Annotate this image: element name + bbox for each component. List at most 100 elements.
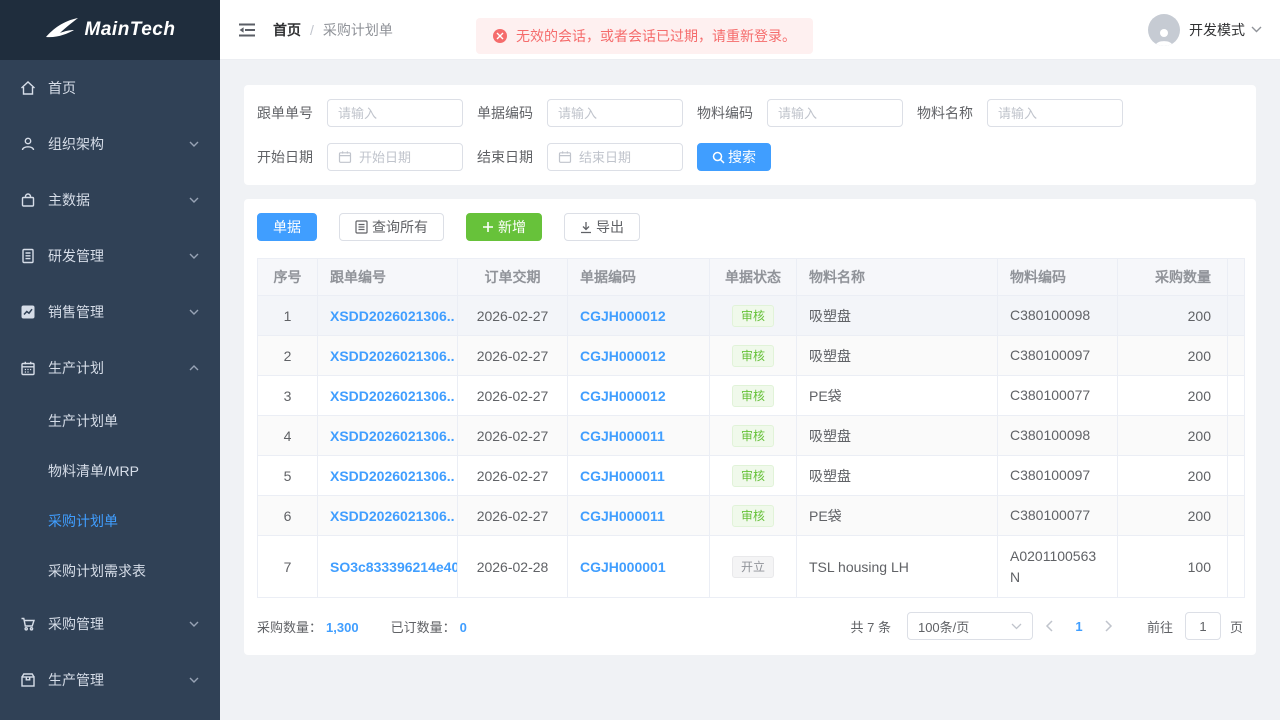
- order-no-link[interactable]: XSDD2026021306..: [330, 308, 455, 324]
- spacer-cell: [1227, 415, 1245, 456]
- qty-cell: 200: [1117, 335, 1228, 376]
- table-row[interactable]: 7 SO3c833396214e40 2026-02-28 CGJH000001 开立 T…: [257, 535, 1245, 598]
- sidebar-item-label: 生产管理: [48, 672, 104, 688]
- content-area: 跟单单号单据编码物料编码物料名称 开始日期结束日期搜索 单据: [220, 60, 1280, 655]
- doc-no-link[interactable]: CGJH000011: [580, 428, 665, 444]
- material-code-cell: C380100098: [997, 295, 1118, 336]
- due-date-cell: 2026-02-27: [457, 295, 568, 336]
- order-no-link[interactable]: XSDD2026021306..: [330, 508, 455, 524]
- sidebar-item-2[interactable]: 主数据: [0, 172, 220, 228]
- sidebar-item-0[interactable]: 首页: [0, 60, 220, 116]
- order-no-cell: XSDD2026021306..: [317, 415, 458, 456]
- sidebar-item-6[interactable]: 采购管理: [0, 596, 220, 652]
- sidebar-item-label: 首页: [48, 80, 76, 96]
- row-index: 5: [257, 455, 318, 496]
- next-page-icon[interactable]: [1095, 612, 1123, 640]
- filter-label: 物料名称: [917, 105, 973, 121]
- query-all-button[interactable]: 查询所有: [339, 213, 444, 241]
- order-no-link[interactable]: SO3c833396214e40: [330, 559, 457, 575]
- row-index: 6: [257, 495, 318, 536]
- order-no-link[interactable]: XSDD2026021306..: [330, 388, 455, 404]
- table-panel: 单据 查询所有 新增 导出 序号 跟单编号 订单交期 单据编码 单据状态 物料名…: [244, 199, 1256, 655]
- chevron-down-icon: [188, 194, 200, 206]
- sidebar-item-5[interactable]: 生产计划: [0, 340, 220, 396]
- status-badge: 审核: [731, 304, 774, 327]
- search-button[interactable]: 搜索: [697, 143, 771, 171]
- doc-no-link[interactable]: CGJH000012: [580, 388, 666, 404]
- filter-input[interactable]: [579, 149, 672, 165]
- user-menu[interactable]: 开发模式: [1148, 13, 1262, 46]
- sidebar-subitem-5-0[interactable]: 生产计划单: [0, 396, 220, 446]
- spacer-cell: [1227, 495, 1245, 536]
- table-row[interactable]: 1 XSDD2026021306.. 2026-02-27 CGJH000012 审核吸…: [257, 295, 1245, 336]
- order-no-cell: XSDD2026021306..: [317, 495, 458, 536]
- table-row[interactable]: 5 XSDD2026021306.. 2026-02-27 CGJH000011 审核吸…: [257, 455, 1245, 496]
- breadcrumb-home[interactable]: 首页: [273, 20, 301, 40]
- sidebar-item-4[interactable]: 销售管理: [0, 284, 220, 340]
- page-number-1[interactable]: 1: [1065, 619, 1093, 634]
- table-row[interactable]: 4 XSDD2026021306.. 2026-02-27 CGJH000011 审核吸…: [257, 415, 1245, 456]
- row-index: 7: [257, 535, 318, 598]
- brand-logo[interactable]: MainTech: [0, 0, 220, 60]
- doc-no-link[interactable]: CGJH000001: [580, 559, 666, 575]
- status-badge: 审核: [731, 384, 774, 407]
- doc-no-cell: CGJH000012: [567, 375, 710, 416]
- sidebar-item-label: 采购管理: [48, 616, 104, 632]
- spacer-cell: [1227, 295, 1245, 336]
- calendar-icon: [338, 150, 352, 164]
- qty-cell: 200: [1117, 415, 1228, 456]
- filter-panel: 跟单单号 单据编码 物料编码 物料名称 开始日期 结束日期 搜索: [244, 85, 1256, 185]
- sidebar-item-label: 研发管理: [48, 248, 104, 264]
- filter-input[interactable]: [338, 105, 452, 121]
- goto-page-input[interactable]: [1184, 612, 1221, 640]
- table-header-row: 序号 跟单编号 订单交期 单据编码 单据状态 物料名称 物料编码 采购数量: [257, 258, 1245, 296]
- order-no-link[interactable]: XSDD2026021306..: [330, 428, 455, 444]
- filter-input[interactable]: [558, 105, 672, 121]
- doc-no-link[interactable]: CGJH000012: [580, 308, 666, 324]
- doc-no-link[interactable]: CGJH000012: [580, 348, 666, 364]
- filter-input[interactable]: [778, 105, 892, 121]
- filter-input-box: [987, 99, 1123, 127]
- status-cell: 审核: [709, 455, 797, 496]
- sidebar-item-1[interactable]: 组织架构: [0, 116, 220, 172]
- danju-button[interactable]: 单据: [257, 213, 317, 241]
- sidebar-subitem-5-3[interactable]: 采购计划需求表: [0, 546, 220, 596]
- prev-page-icon[interactable]: [1035, 612, 1063, 640]
- export-button[interactable]: 导出: [564, 213, 640, 241]
- breadcrumb-separator: /: [310, 21, 314, 38]
- page-size-select[interactable]: 100条/页: [906, 612, 1033, 640]
- doc-no-link[interactable]: CGJH000011: [580, 508, 665, 524]
- order-no-link[interactable]: XSDD2026021306..: [330, 468, 455, 484]
- material-name-cell: TSL housing LH: [796, 535, 998, 598]
- column-header-6: 物料编码: [997, 258, 1118, 296]
- doc-no-cell: CGJH000012: [567, 335, 710, 376]
- sidebar-subitem-5-2[interactable]: 采购计划单: [0, 496, 220, 546]
- purchase-qty-value: 1,300: [326, 619, 359, 635]
- home-icon: [20, 80, 36, 96]
- filter-field-row1-2: 物料编码: [697, 99, 903, 127]
- column-header-5: 物料名称: [796, 258, 998, 296]
- sidebar-subitem-5-1[interactable]: 物料清单/MRP: [0, 446, 220, 496]
- order-no-link[interactable]: XSDD2026021306..: [330, 348, 455, 364]
- sidebar-item-7[interactable]: 生产管理: [0, 652, 220, 708]
- filter-input[interactable]: [359, 149, 452, 165]
- table-row[interactable]: 3 XSDD2026021306.. 2026-02-27 CGJH000012 审核 P…: [257, 375, 1245, 416]
- table-row[interactable]: 2 XSDD2026021306.. 2026-02-27 CGJH000012 审核吸…: [257, 335, 1245, 376]
- qty-cell: 100: [1117, 535, 1228, 598]
- doc-no-link[interactable]: CGJH000011: [580, 468, 665, 484]
- filter-input-box: [547, 99, 683, 127]
- filter-label: 开始日期: [257, 149, 313, 165]
- table-row[interactable]: 6 XSDD2026021306.. 2026-02-27 CGJH000011 审核 P…: [257, 495, 1245, 536]
- status-cell: 审核: [709, 295, 797, 336]
- doc-no-cell: CGJH000001: [567, 535, 710, 598]
- user-name: 开发模式: [1189, 21, 1245, 38]
- material-name-cell: 吸塑盘: [796, 455, 998, 496]
- status-cell: 审核: [709, 335, 797, 376]
- filter-input[interactable]: [998, 105, 1112, 121]
- collapse-sidebar-icon[interactable]: [238, 22, 256, 38]
- table-toolbar: 单据 查询所有 新增 导出: [257, 213, 1243, 241]
- add-button[interactable]: 新增: [466, 213, 542, 241]
- order-no-cell: XSDD2026021306..: [317, 375, 458, 416]
- material-name-cell: PE袋: [796, 375, 998, 416]
- sidebar-item-3[interactable]: 研发管理: [0, 228, 220, 284]
